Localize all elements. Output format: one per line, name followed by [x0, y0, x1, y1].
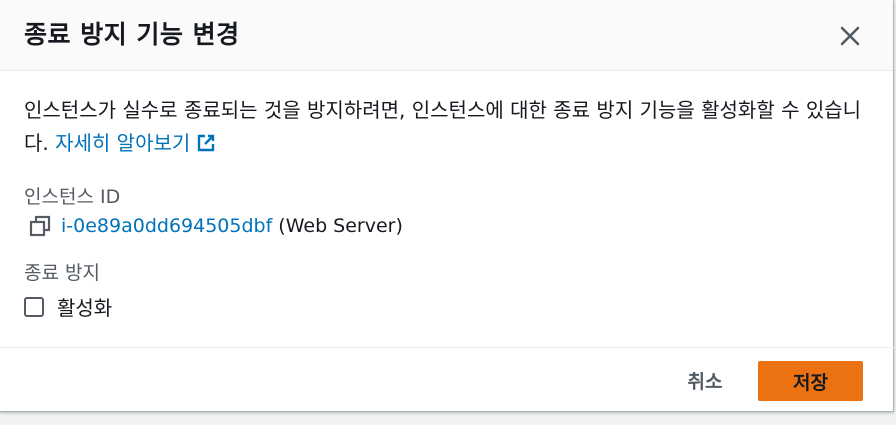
termination-protection-label: 종료 방지: [24, 262, 100, 284]
instance-id-row: i-0e89a0dd694505dbf (Web Server): [29, 215, 403, 237]
modal-footer: 취소 저장: [0, 347, 894, 412]
enable-checkbox-label: 활성화: [57, 296, 113, 320]
external-link-icon: [198, 134, 215, 152]
modal-title: 종료 방지 기능 변경: [24, 20, 240, 49]
save-button[interactable]: 저장: [758, 361, 863, 401]
enable-checkbox-row[interactable]: 활성화: [24, 292, 112, 321]
close-button[interactable]: [836, 22, 864, 50]
copy-button[interactable]: [29, 215, 51, 237]
modal-header: 종료 방지 기능 변경: [0, 0, 893, 71]
description: 인스턴스가 실수로 종료되는 것을 방지하려면, 인스턴스에 대한 종료 방지 …: [24, 94, 874, 160]
instance-id-link[interactable]: i-0e89a0dd694505dbf: [61, 215, 272, 237]
instance-id-label: 인스턴스 ID: [24, 186, 121, 208]
copy-icon: [29, 215, 51, 237]
learn-more-label: 자세히 알아보기: [55, 131, 191, 155]
instance-name: (Web Server): [278, 215, 403, 237]
enable-checkbox[interactable]: [24, 296, 44, 317]
cancel-button[interactable]: 취소: [670, 362, 740, 398]
terminate-protection-modal: 종료 방지 기능 변경 인스턴스가 실수로 종료되는 것을 방지하려면, 인스턴…: [0, 0, 894, 412]
close-icon: [840, 26, 860, 46]
modal-body: 인스턴스가 실수로 종료되는 것을 방지하려면, 인스턴스에 대한 종료 방지 …: [0, 72, 894, 347]
learn-more-link[interactable]: 자세히 알아보기: [55, 131, 216, 155]
